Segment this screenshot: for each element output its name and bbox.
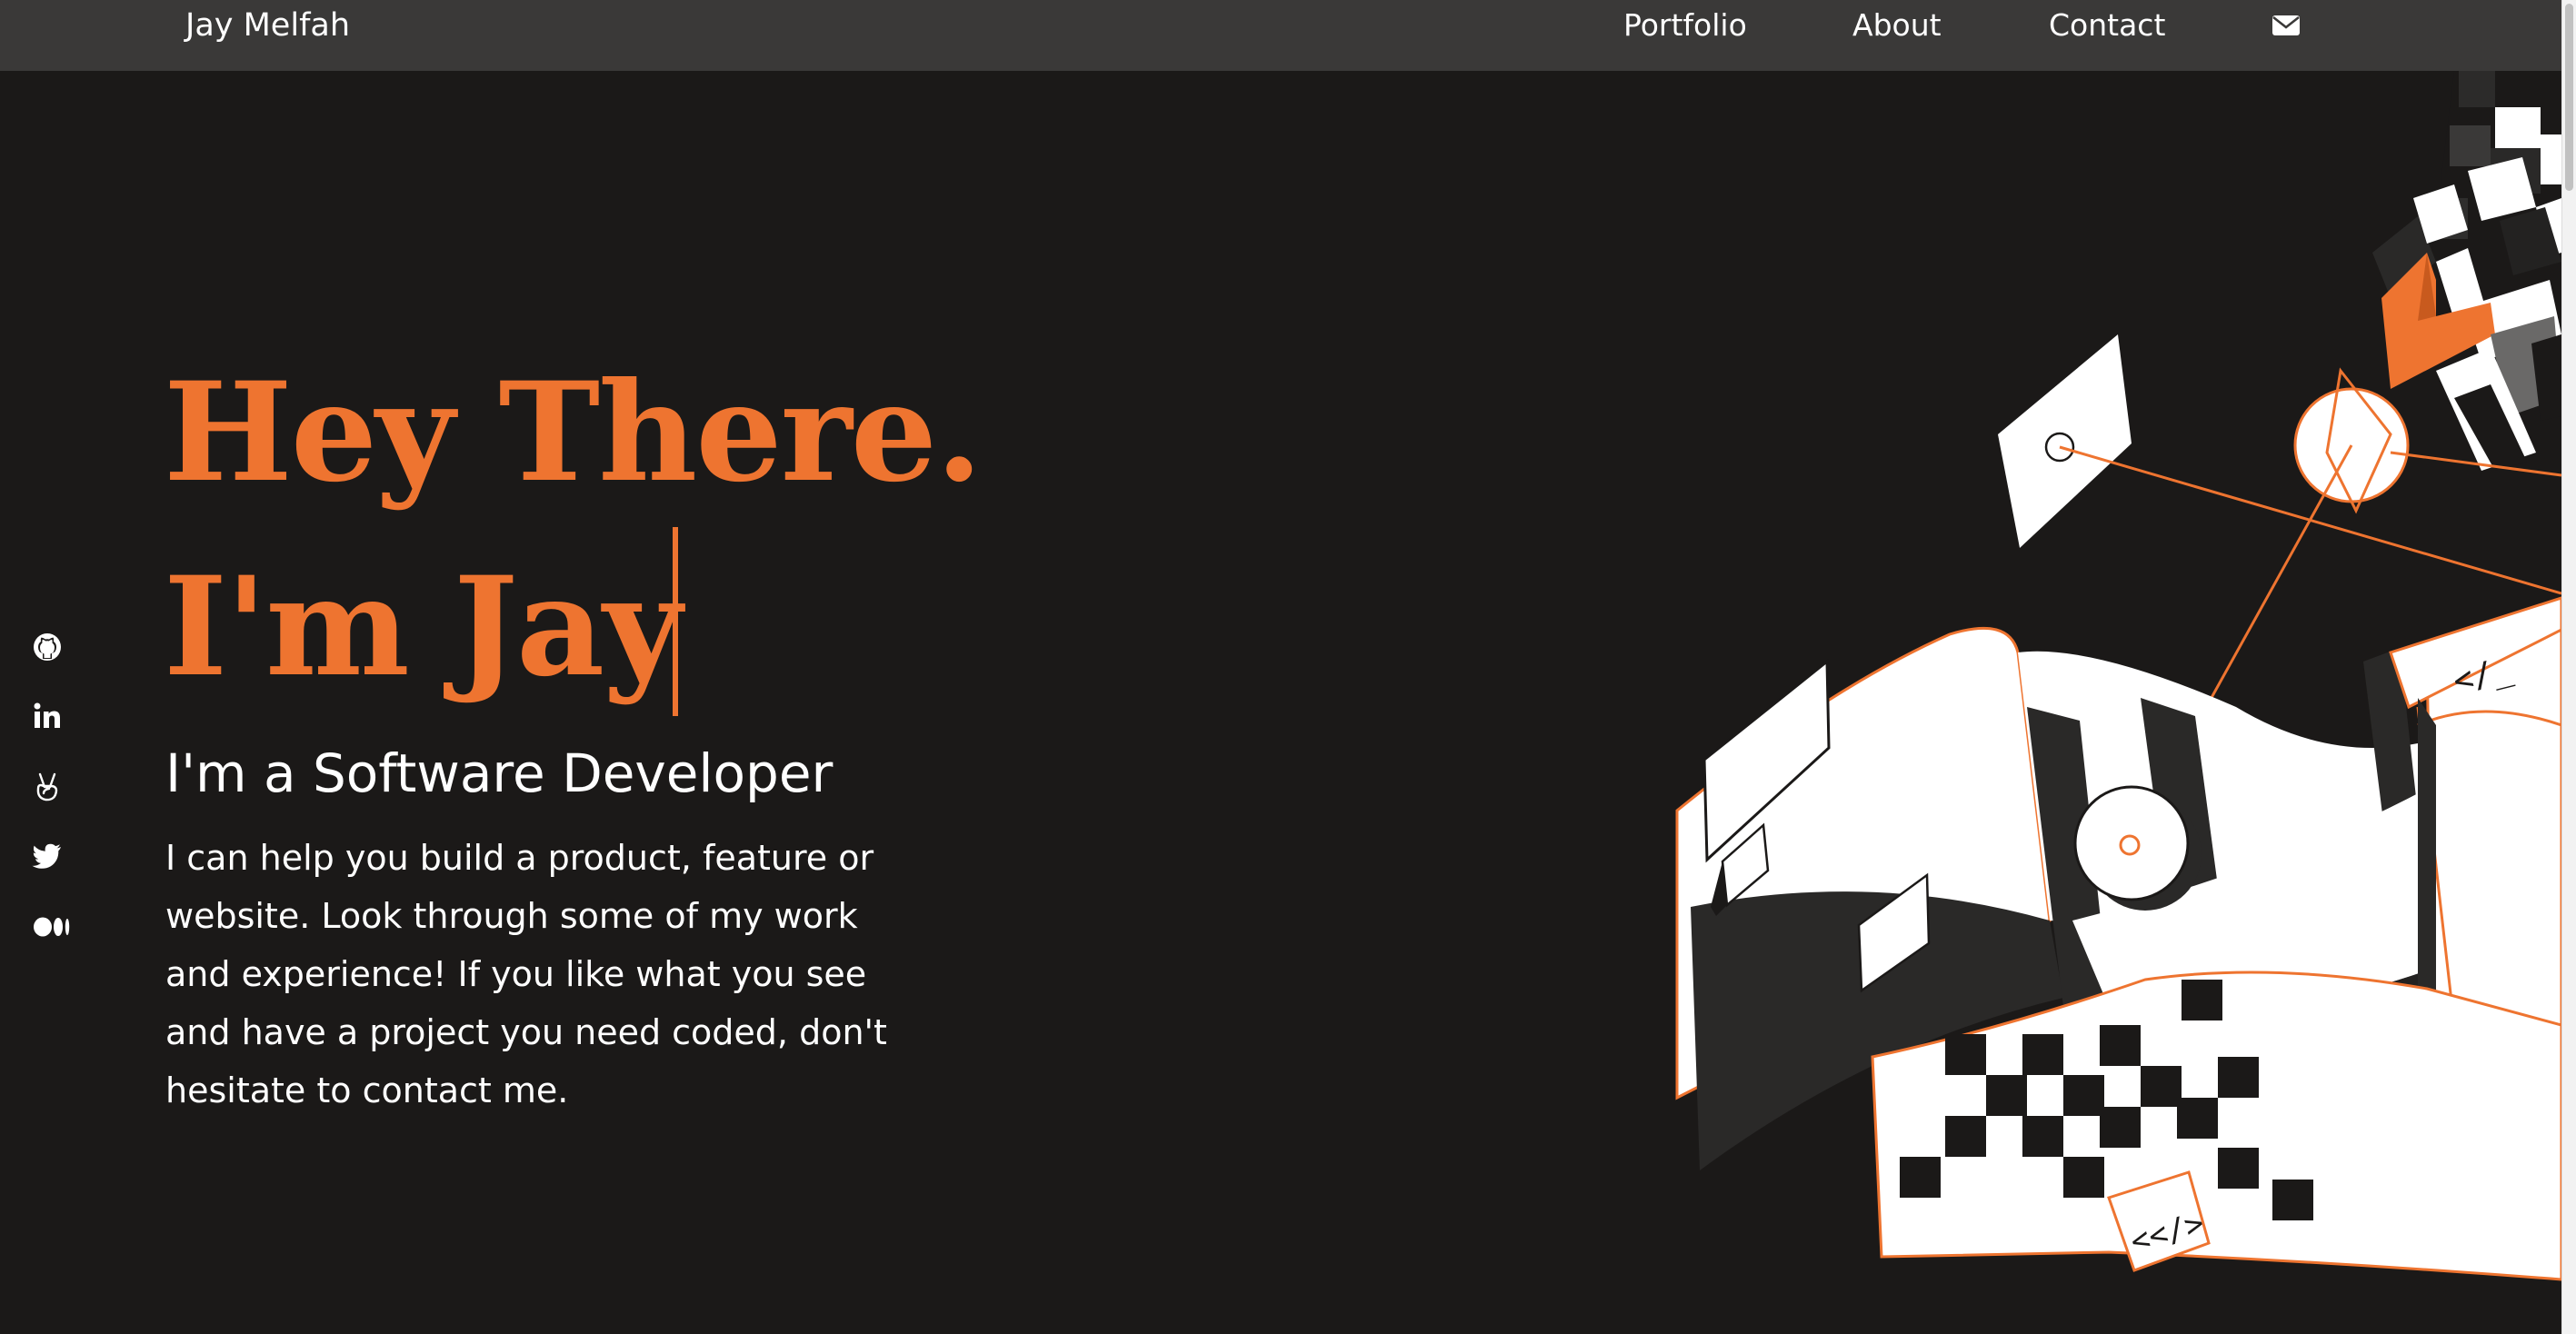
checker-tower: [2372, 71, 2561, 471]
twitter-icon[interactable]: [31, 840, 64, 872]
hero-subtitle: I'm a Software Developer: [165, 742, 834, 804]
node-circle: [2073, 785, 2190, 901]
hero-description: I can help you build a product, feature …: [165, 838, 887, 1110]
hero-name: I'm Jay: [164, 547, 682, 707]
top-navbar: Jay Melfah Portfolio About Contact: [0, 0, 2561, 71]
nav-link-contact[interactable]: Contact: [2049, 2, 2165, 49]
scrollbar-thumb[interactable]: [2565, 4, 2573, 191]
brand-logo[interactable]: Jay Melfah: [185, 2, 350, 49]
page: Jay Melfah Portfolio About Contact Hey T…: [0, 0, 2576, 1334]
page-scrollbar[interactable]: [2561, 0, 2576, 1334]
nav-link-about[interactable]: About: [1852, 2, 1942, 49]
medium-icon[interactable]: [33, 911, 71, 943]
typing-cursor: [673, 527, 678, 716]
nav-link-portfolio[interactable]: Portfolio: [1623, 2, 1747, 49]
github-icon[interactable]: [31, 631, 64, 663]
angellist-icon[interactable]: [31, 771, 64, 803]
linkedin-icon[interactable]: [31, 700, 64, 732]
hero-illustration: <</> </_: [1636, 71, 2561, 1334]
floating-tile: [1998, 334, 2132, 548]
envelope-icon[interactable]: [2271, 11, 2301, 40]
hero-greeting: Hey There.: [164, 353, 983, 513]
